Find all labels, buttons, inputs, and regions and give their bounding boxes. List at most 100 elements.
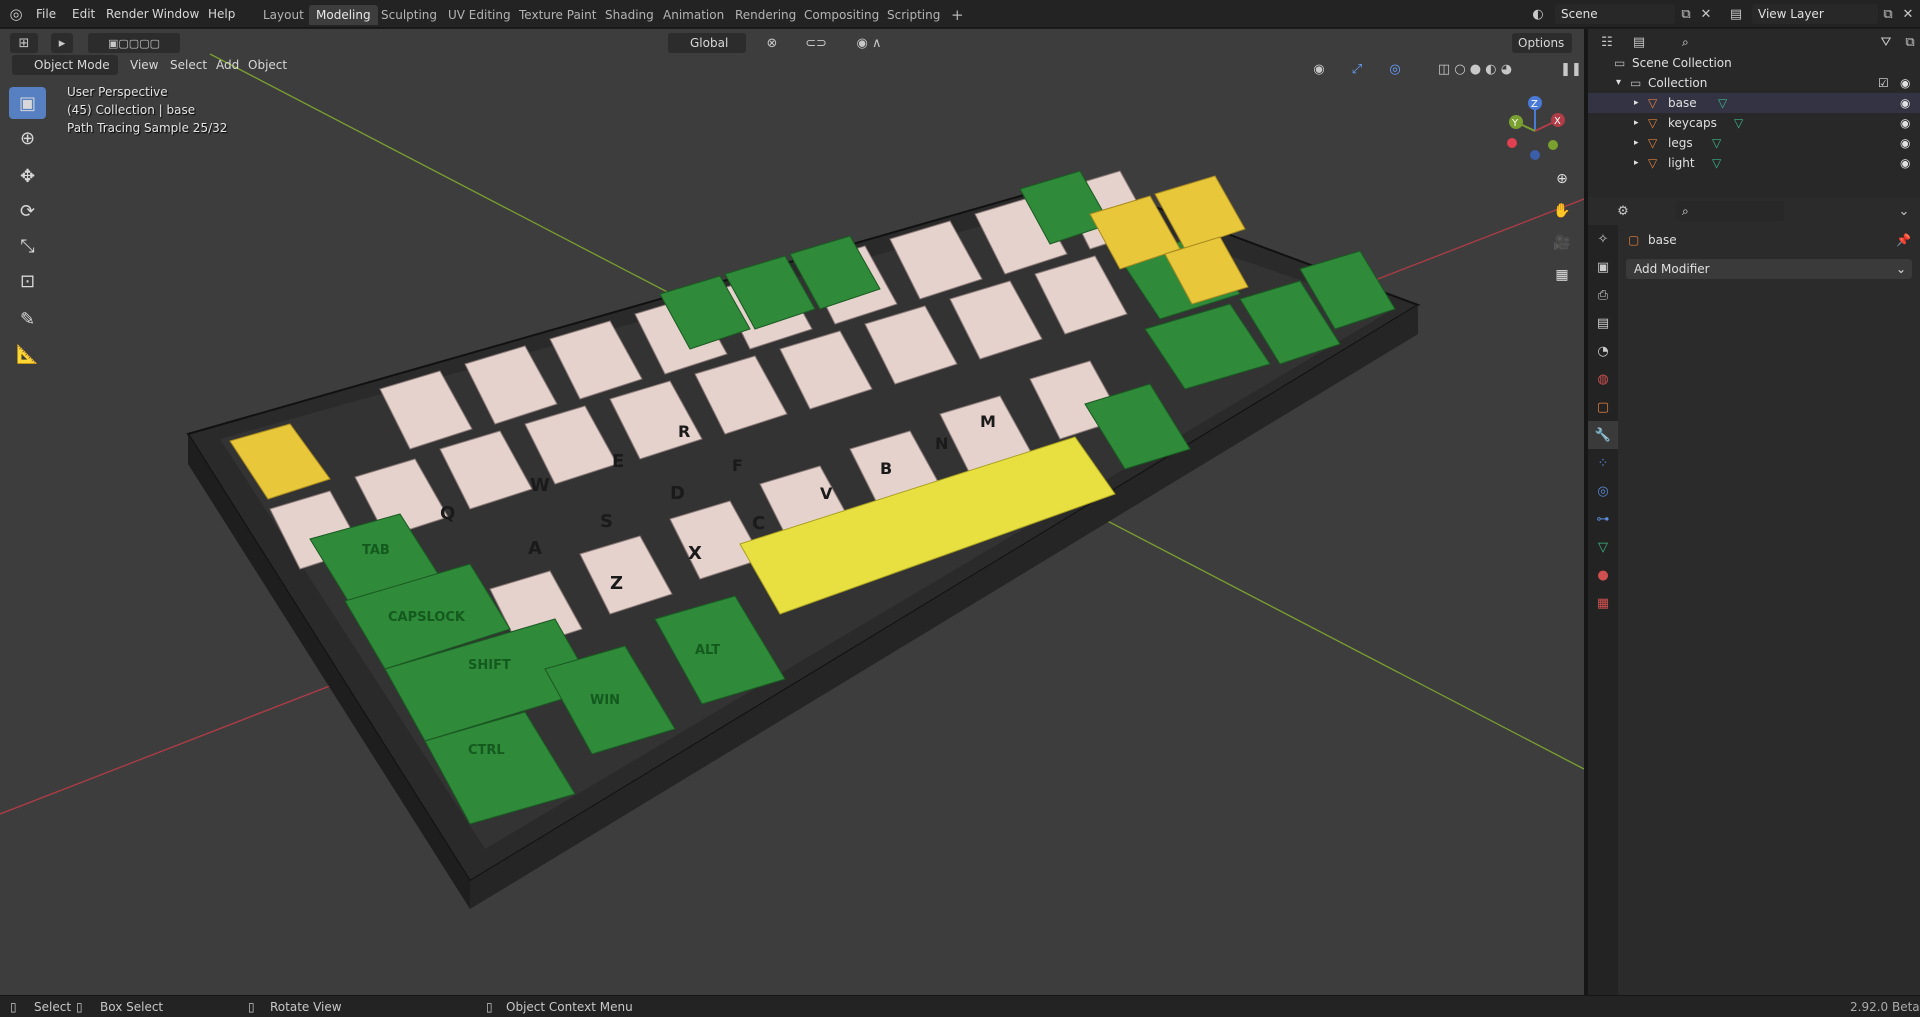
render-tab-icon[interactable]: ▣ [1588,253,1618,281]
options-dropdown[interactable]: Options [1512,33,1572,53]
eye-icon[interactable]: ◉ [1900,73,1910,93]
camera-view-icon[interactable]: 🎥 [1548,229,1576,257]
data-tab-icon[interactable]: ▽ [1588,533,1618,561]
tab-scripting[interactable]: Scripting [880,5,947,25]
properties-editor-type-icon[interactable]: ⚙ [1608,201,1638,221]
view-layer-tab-icon[interactable]: ▤ [1588,309,1618,337]
modifier-tab-icon[interactable]: 🔧 [1588,421,1618,449]
constraints-tab-icon[interactable]: ⊶ [1588,505,1618,533]
tab-rendering[interactable]: Rendering [728,5,803,25]
scene-tab-icon[interactable]: ◔ [1588,337,1618,365]
move-tool-icon[interactable]: ✥ [9,160,46,192]
selection-mode-icons[interactable]: ▣▢▢▢▢ [88,33,180,53]
outliner-row-scene-collection[interactable]: ▭ Scene Collection [1588,53,1920,73]
tab-modeling[interactable]: Modeling [309,5,378,25]
properties-search-input[interactable]: ⌕ [1676,201,1784,221]
measure-tool-icon[interactable]: 📐 [9,338,46,370]
tab-compositing[interactable]: Compositing [797,5,886,25]
outliner-search-input[interactable]: ⌕ [1676,32,1796,52]
3d-viewport[interactable]: TAB CAPSLOCK SHIFT CTRL WIN ALT Q W E R … [0,29,1584,995]
new-scene-icon[interactable]: ⧉ [1676,4,1696,24]
delete-view-layer-icon[interactable]: ✕ [1898,4,1918,24]
zoom-icon[interactable]: ⊕ [1548,165,1576,193]
mesh-data-icon[interactable]: ▽ [1712,133,1721,153]
output-tab-icon[interactable]: ⎙ [1588,281,1618,309]
add-modifier-dropdown[interactable]: Add Modifier ⌄ [1626,259,1912,279]
menu-file[interactable]: File [30,5,62,23]
delete-scene-icon[interactable]: ✕ [1696,4,1716,24]
visibility-icon[interactable]: ◉ [1302,59,1336,79]
eye-icon[interactable]: ◉ [1900,93,1910,113]
pan-hand-icon[interactable]: ✋ [1548,197,1576,225]
menu-object[interactable]: Object [242,55,293,75]
tab-animation[interactable]: Animation [656,5,731,25]
outliner-row-keycaps[interactable]: ▸ ▽ keycaps ▽ ◉ [1588,113,1920,133]
expand-arrow-icon[interactable]: ▸ [1634,153,1639,173]
outliner-editor-type-icon[interactable]: ☷ [1592,32,1622,52]
eye-icon[interactable]: ◉ [1900,133,1910,153]
view-layer-selector-icon[interactable]: ▤ [1722,4,1750,24]
editor-type-icon[interactable]: ⊞ [10,33,38,53]
new-collection-icon[interactable]: ⧉ [1900,32,1920,52]
gizmo-toggle-icon[interactable]: ⤢ [1340,59,1374,79]
tab-layout[interactable]: Layout [256,5,311,25]
checkbox-icon[interactable]: ☑ [1878,73,1889,93]
viewport-scene[interactable]: TAB CAPSLOCK SHIFT CTRL WIN ALT Q W E R … [0,29,1584,995]
eye-icon[interactable]: ◉ [1900,153,1910,173]
expand-arrow-icon[interactable]: ▸ [1634,133,1639,153]
mesh-data-icon[interactable]: ▽ [1734,113,1743,133]
expand-arrow-icon[interactable]: ▸ [1634,113,1639,133]
proportional-editing-icon[interactable]: ◉ ∧ [846,33,892,53]
outliner-row-legs[interactable]: ▸ ▽ legs ▽ ◉ [1588,133,1920,153]
perspective-toggle-icon[interactable]: ▦ [1548,261,1576,289]
tab-sculpting[interactable]: Sculpting [374,5,444,25]
outliner-row-collection[interactable]: ▾ ▭ Collection ☑ ◉ [1588,73,1920,93]
new-view-layer-icon[interactable]: ⧉ [1878,4,1898,24]
menu-select[interactable]: Select [164,55,213,75]
menu-add[interactable]: Add [210,55,245,75]
transform-orientation-dropdown[interactable]: Global [668,33,746,53]
scene-selector-icon[interactable]: ◐ [1524,4,1552,24]
tab-texture-paint[interactable]: Texture Paint [512,5,603,25]
select-tool-icon[interactable]: ▸ [51,33,73,53]
pause-render-icon[interactable]: ❚❚ [1560,59,1582,79]
texture-tab-icon[interactable]: ▦ [1588,589,1618,617]
select-box-tool-icon[interactable]: ▣ [9,87,46,119]
pin-icon[interactable]: 📌 [1896,233,1911,247]
object-mode-dropdown[interactable]: Object Mode [12,55,118,75]
physics-tab-icon[interactable]: ◎ [1588,477,1618,505]
eye-icon[interactable]: ◉ [1900,113,1910,133]
expand-arrow-icon[interactable]: ▾ [1616,73,1621,93]
scale-tool-icon[interactable]: ⤡ [9,230,46,262]
shading-mode-icons[interactable]: ◫ ○ ● ◐ ◕ [1430,59,1520,79]
snapping-icon[interactable]: ⊂⊃ [790,33,842,53]
tool-tab-icon[interactable]: ✧ [1588,225,1618,253]
menu-edit[interactable]: Edit [66,5,101,23]
scene-name-field[interactable]: Scene [1555,4,1675,24]
cursor-tool-icon[interactable]: ⊕ [9,122,46,154]
expand-arrow-icon[interactable]: ▸ [1634,93,1639,113]
object-tab-icon[interactable]: ▢ [1588,393,1618,421]
tab-uv-editing[interactable]: UV Editing [441,5,518,25]
overlays-toggle-icon[interactable]: ◎ [1378,59,1412,79]
menu-help[interactable]: Help [202,5,241,23]
navigation-gizmo[interactable]: Z X Y [1500,91,1580,171]
material-tab-icon[interactable]: ● [1588,561,1618,589]
add-workspace-button[interactable]: + [944,5,971,25]
particles-tab-icon[interactable]: ⁘ [1588,449,1618,477]
mesh-data-icon[interactable]: ▽ [1718,93,1727,113]
annotate-tool-icon[interactable]: ✎ [9,303,46,335]
view-layer-name-field[interactable]: View Layer [1752,4,1878,24]
blender-logo-icon[interactable]: ◎ [6,4,26,24]
rotate-tool-icon[interactable]: ⟳ [9,195,46,227]
options-chevron-icon[interactable]: ⌄ [1894,201,1914,221]
outliner-row-base[interactable]: ▸ ▽ base ▽ ◉ [1588,93,1920,113]
mesh-data-icon[interactable]: ▽ [1712,153,1721,173]
transform-tool-icon[interactable]: ⊡ [9,265,46,297]
world-tab-icon[interactable]: ◍ [1588,365,1618,393]
menu-window[interactable]: Window [146,5,205,23]
display-mode-icon[interactable]: ▤ [1624,32,1654,52]
filter-icon[interactable]: ⛛ [1872,32,1900,52]
tab-shading[interactable]: Shading [598,5,661,25]
outliner-row-light[interactable]: ▸ ▽ light ▽ ◉ [1588,153,1920,173]
